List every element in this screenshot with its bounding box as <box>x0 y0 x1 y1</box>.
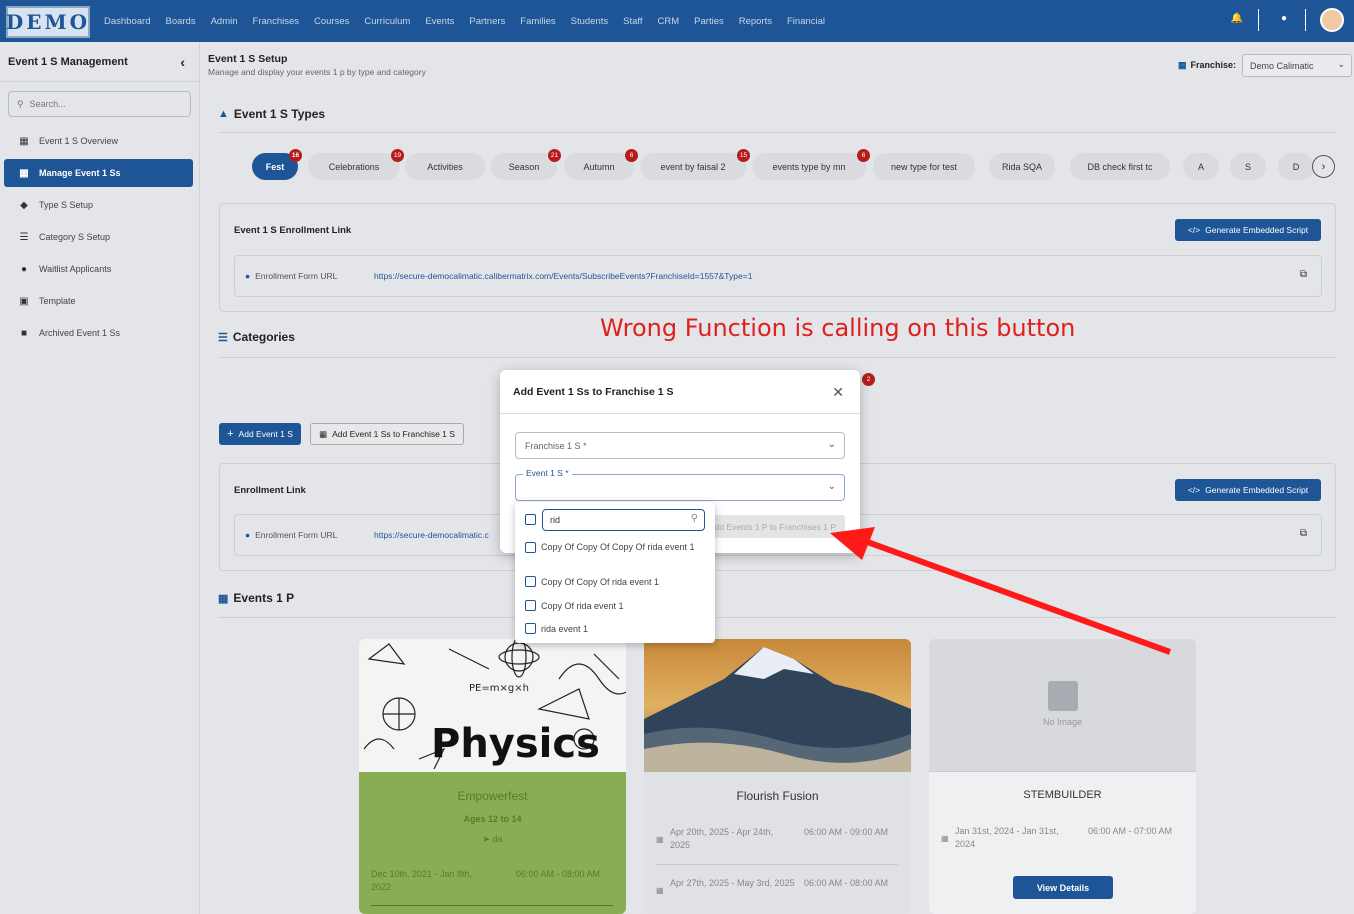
arrow-line <box>860 537 1172 655</box>
annotation-arrow <box>830 527 1172 655</box>
arrow-head <box>830 527 875 560</box>
